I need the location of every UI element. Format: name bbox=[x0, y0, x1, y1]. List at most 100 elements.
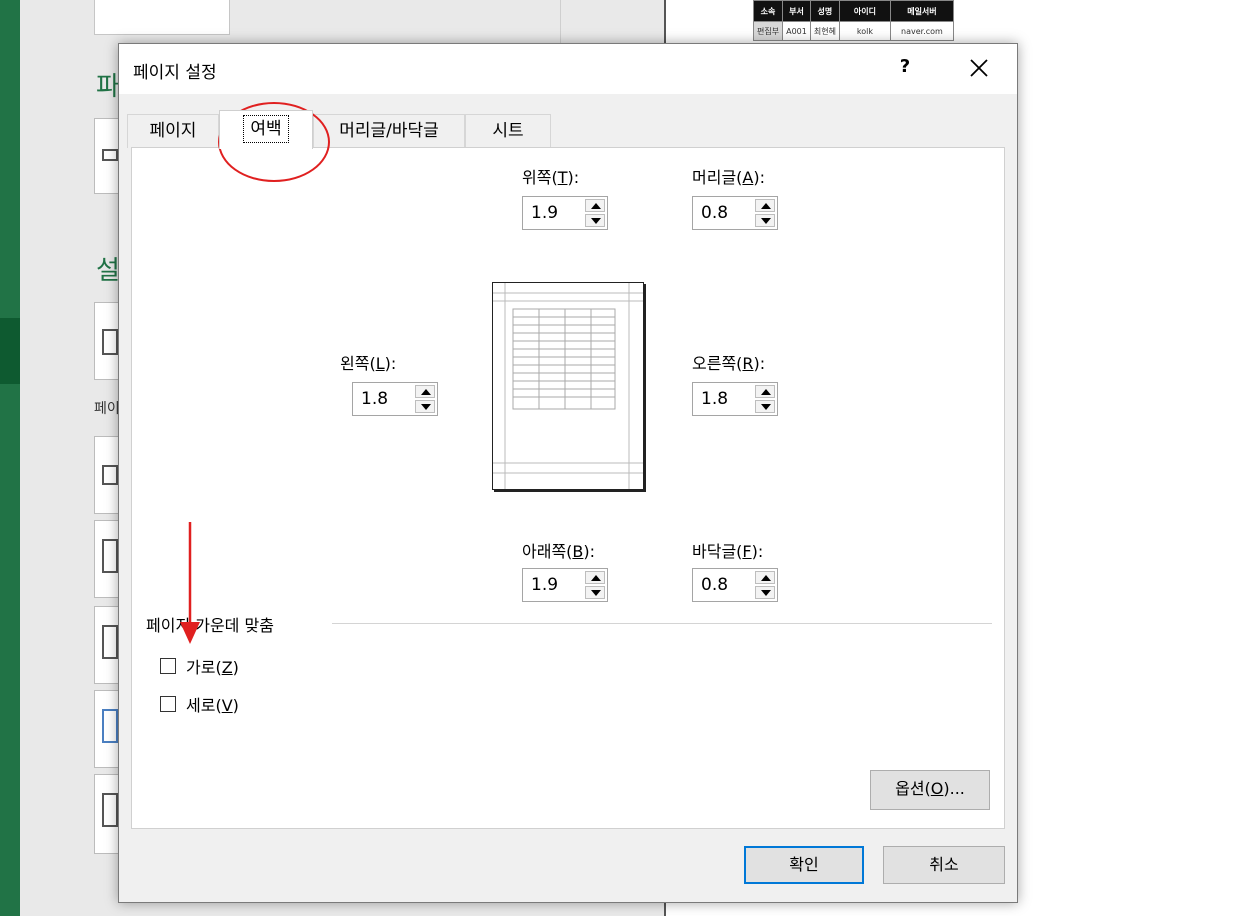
spin-up-button[interactable] bbox=[755, 199, 775, 212]
bottom-margin-spinner[interactable]: 1.9 bbox=[522, 568, 608, 602]
backstage-heading-1: 파 bbox=[96, 72, 120, 102]
help-button[interactable]: ? bbox=[893, 56, 917, 82]
page-preview bbox=[492, 282, 644, 490]
sheet-cell: 편집부 bbox=[752, 21, 784, 41]
spin-down-button[interactable] bbox=[415, 400, 435, 413]
center-on-page-title: 페이지 가운데 맞춤 bbox=[146, 612, 282, 636]
ok-button[interactable]: 확인 bbox=[744, 846, 864, 884]
footer-margin-label: 바닥글(F): bbox=[692, 542, 764, 561]
excel-strip-selected bbox=[0, 318, 20, 384]
backstage-card-3[interactable] bbox=[94, 436, 120, 514]
sheet-header-row: 소속 부서 성명 아이디 메일서버 bbox=[752, 0, 954, 22]
tab-page[interactable]: 페이지 bbox=[127, 114, 219, 148]
sheet-table: 소속 부서 성명 아이디 메일서버 편집부 A001 최현혜 kolk nave… bbox=[752, 0, 954, 41]
margins-panel: 위쪽(T): 1.9 머리글(A): 0.8 왼쪽(L): 1.8 오른쪽(R)… bbox=[131, 147, 1005, 829]
backstage-card-4[interactable] bbox=[94, 520, 120, 598]
dialog-titlebar: 페이지 설정 ? bbox=[119, 44, 1017, 94]
triangle-down-icon bbox=[591, 218, 601, 224]
header-margin-spinner[interactable]: 0.8 bbox=[692, 196, 778, 230]
triangle-up-icon bbox=[761, 575, 771, 581]
spin-up-button[interactable] bbox=[755, 385, 775, 398]
backstage-card-5[interactable] bbox=[94, 606, 120, 684]
spin-up-button[interactable] bbox=[585, 199, 605, 212]
triangle-up-icon bbox=[591, 203, 601, 209]
spin-arrows[interactable] bbox=[585, 199, 605, 227]
spin-down-button[interactable] bbox=[755, 400, 775, 413]
backstage-top-card bbox=[94, 0, 230, 35]
spin-arrows[interactable] bbox=[755, 199, 775, 227]
sheet-header-cell: 메일서버 bbox=[889, 0, 954, 22]
footer-margin-spinner[interactable]: 0.8 bbox=[692, 568, 778, 602]
sheet-cell: A001 bbox=[782, 21, 811, 41]
sheet-header-cell: 부서 bbox=[782, 0, 811, 22]
left-margin-value[interactable]: 1.8 bbox=[361, 389, 388, 409]
tab-sheet[interactable]: 시트 bbox=[465, 114, 551, 148]
left-margin-spinner[interactable]: 1.8 bbox=[352, 382, 438, 416]
sheet-header-cell: 성명 bbox=[809, 0, 840, 22]
backstage-divider bbox=[560, 0, 561, 45]
checkbox-box[interactable] bbox=[160, 696, 176, 712]
spin-up-button[interactable] bbox=[415, 385, 435, 398]
excel-green-strip bbox=[0, 0, 20, 916]
left-margin-label: 왼쪽(L): bbox=[340, 354, 397, 373]
top-margin-spinner[interactable]: 1.9 bbox=[522, 196, 608, 230]
red-arrow-icon bbox=[180, 522, 200, 644]
top-margin-value[interactable]: 1.9 bbox=[531, 203, 558, 223]
right-margin-value[interactable]: 1.8 bbox=[701, 389, 728, 409]
spin-down-button[interactable] bbox=[755, 586, 775, 599]
center-vertically-label: 세로(V) bbox=[186, 696, 239, 715]
backstage-card-6[interactable] bbox=[94, 690, 120, 768]
backstage-small-text: 페이 bbox=[94, 401, 120, 417]
center-horizontally-label: 가로(Z) bbox=[186, 658, 239, 677]
section-divider bbox=[332, 623, 992, 624]
center-vertically-checkbox[interactable]: 세로(V) bbox=[160, 692, 239, 716]
sheet-cell: naver.com bbox=[889, 21, 954, 41]
backstage-card-7[interactable] bbox=[94, 774, 120, 854]
triangle-up-icon bbox=[421, 389, 431, 395]
tab-margins-label: 여백 bbox=[243, 115, 289, 143]
close-button[interactable] bbox=[965, 52, 993, 84]
triangle-up-icon bbox=[761, 203, 771, 209]
triangle-down-icon bbox=[591, 590, 601, 596]
cancel-button[interactable]: 취소 bbox=[883, 846, 1005, 884]
page-preview-graphic bbox=[493, 283, 643, 489]
footer-margin-value[interactable]: 0.8 bbox=[701, 575, 728, 595]
triangle-up-icon bbox=[591, 575, 601, 581]
triangle-down-icon bbox=[761, 404, 771, 410]
backstage-card-2[interactable] bbox=[94, 302, 120, 380]
checkbox-box[interactable] bbox=[160, 658, 176, 674]
header-margin-label: 머리글(A): bbox=[692, 168, 765, 187]
triangle-down-icon bbox=[421, 404, 431, 410]
triangle-up-icon bbox=[761, 389, 771, 395]
options-button[interactable]: 옵션(O)... bbox=[870, 770, 990, 810]
spin-down-button[interactable] bbox=[755, 214, 775, 227]
sheet-header-cell: 소속 bbox=[752, 0, 784, 22]
top-margin-label: 위쪽(T): bbox=[522, 168, 580, 187]
header-margin-value[interactable]: 0.8 bbox=[701, 203, 728, 223]
bottom-margin-label: 아래쪽(B): bbox=[522, 542, 596, 561]
spin-up-button[interactable] bbox=[755, 571, 775, 584]
triangle-down-icon bbox=[761, 218, 771, 224]
spin-arrows[interactable] bbox=[585, 571, 605, 599]
backstage-heading-2: 설 bbox=[96, 256, 120, 286]
backstage-card-1[interactable] bbox=[94, 118, 120, 194]
sheet-cell: kolk bbox=[838, 21, 891, 41]
spin-arrows[interactable] bbox=[755, 385, 775, 413]
sheet-cell: 최현혜 bbox=[809, 21, 840, 41]
tab-margins[interactable]: 여백 bbox=[219, 110, 313, 149]
triangle-down-icon bbox=[761, 590, 771, 596]
spin-arrows[interactable] bbox=[415, 385, 435, 413]
right-margin-spinner[interactable]: 1.8 bbox=[692, 382, 778, 416]
spin-down-button[interactable] bbox=[585, 214, 605, 227]
close-icon bbox=[970, 59, 988, 77]
sheet-data-row: 편집부 A001 최현혜 kolk naver.com bbox=[752, 21, 954, 41]
dialog-title: 페이지 설정 bbox=[133, 63, 217, 83]
spin-arrows[interactable] bbox=[755, 571, 775, 599]
center-horizontally-checkbox[interactable]: 가로(Z) bbox=[160, 654, 239, 678]
spin-down-button[interactable] bbox=[585, 586, 605, 599]
right-margin-label: 오른쪽(R): bbox=[692, 354, 766, 373]
sheet-header-cell: 아이디 bbox=[838, 0, 891, 22]
spin-up-button[interactable] bbox=[585, 571, 605, 584]
tab-header-footer[interactable]: 머리글/바닥글 bbox=[313, 114, 465, 148]
bottom-margin-value[interactable]: 1.9 bbox=[531, 575, 558, 595]
